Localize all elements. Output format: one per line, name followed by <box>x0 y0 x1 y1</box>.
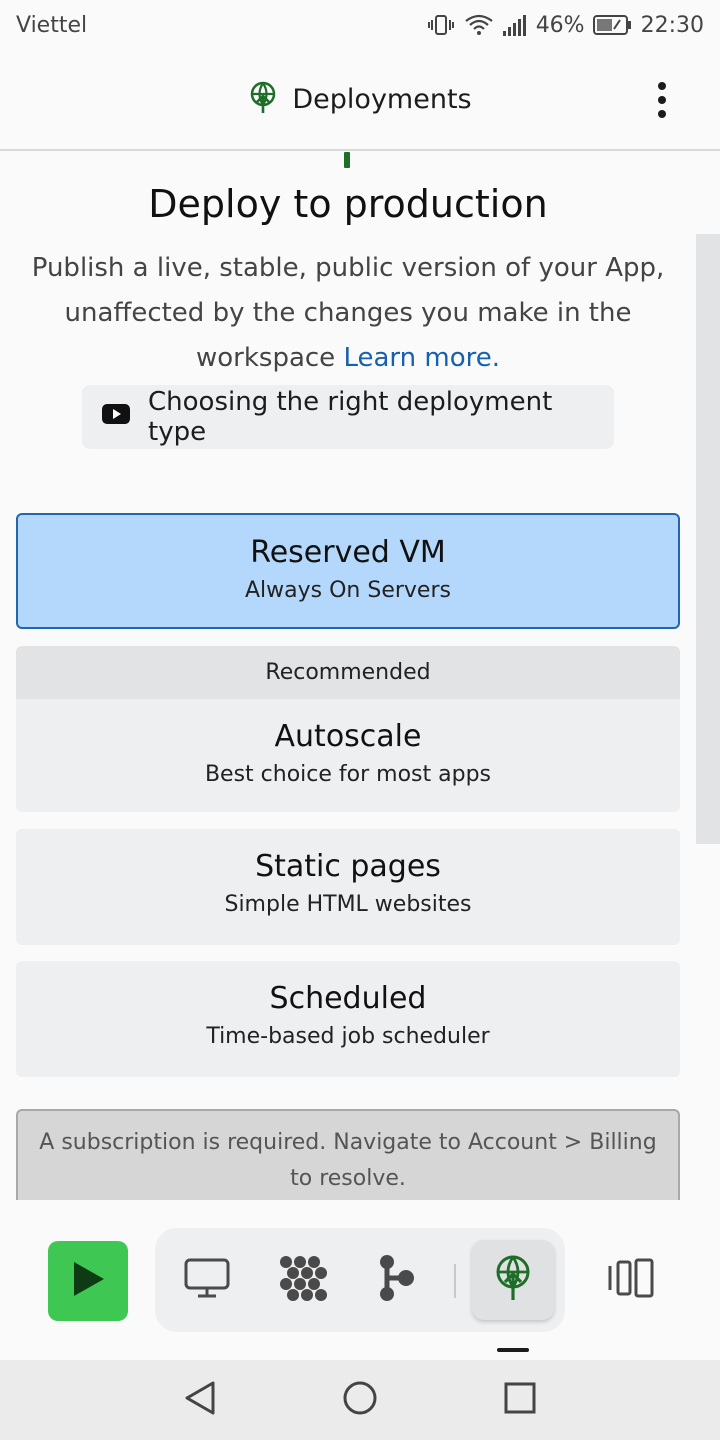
tool-tabs <box>155 1228 565 1332</box>
card-subtitle: Simple HTML websites <box>224 892 472 917</box>
recommended-badge: Recommended <box>16 646 680 699</box>
play-icon <box>68 1259 108 1303</box>
carrier-name: Viettel <box>16 12 88 38</box>
recents-icon <box>504 1382 536 1418</box>
panels-button[interactable] <box>606 1256 656 1304</box>
youtube-icon <box>102 402 130 432</box>
signal-icon <box>502 13 528 37</box>
card-subtitle: Always On Servers <box>245 578 451 603</box>
packages-icon <box>278 1255 328 1305</box>
deployment-type-autoscale[interactable]: Recommended Autoscale Best choice for mo… <box>16 646 680 812</box>
git-icon <box>379 1254 415 1306</box>
clock: 22:30 <box>640 12 704 38</box>
home-icon <box>342 1380 378 1420</box>
tab-webview[interactable] <box>179 1252 235 1308</box>
page-title: Deployments <box>292 84 472 115</box>
status-bar: Viettel 46% 22:30 <box>0 0 720 50</box>
battery-percent: 46% <box>535 12 585 38</box>
app-header: Deployments <box>0 50 720 151</box>
monitor-icon <box>184 1257 230 1303</box>
kebab-dot <box>658 82 666 90</box>
back-button[interactable] <box>180 1380 220 1420</box>
subscription-notice: A subscription is required. Navigate to … <box>16 1109 680 1200</box>
kebab-dot <box>658 110 666 118</box>
panels-icon <box>607 1258 655 1302</box>
deploy-icon <box>493 1254 533 1306</box>
deployment-type-scheduled[interactable]: Scheduled Time-based job scheduler <box>16 961 680 1077</box>
bottom-toolbar <box>0 1200 720 1360</box>
recents-button[interactable] <box>500 1380 540 1420</box>
card-subtitle: Time-based job scheduler <box>206 1024 490 1049</box>
card-title: Static pages <box>255 849 441 884</box>
header-title-group: Deployments <box>248 81 472 119</box>
learn-more-link[interactable]: Learn more. <box>343 343 500 373</box>
scrollbar[interactable] <box>696 234 720 844</box>
deploy-icon <box>248 81 278 119</box>
system-nav-bar <box>0 1360 720 1440</box>
vibrate-icon <box>426 13 456 37</box>
tab-deployments[interactable] <box>472 1240 554 1320</box>
more-options-button[interactable] <box>650 78 674 122</box>
deployment-type-static-pages[interactable]: Static pages Simple HTML websites <box>16 829 680 945</box>
run-button[interactable] <box>48 1241 128 1321</box>
active-tab-indicator <box>497 1348 529 1352</box>
back-icon <box>183 1380 217 1420</box>
toolbar-divider <box>454 1264 456 1298</box>
card-title: Reserved VM <box>250 535 446 570</box>
deployment-type-reserved-vm[interactable]: Reserved VM Always On Servers <box>16 513 680 629</box>
tab-packages[interactable] <box>275 1252 331 1308</box>
video-guide-label: Choosing the right deployment type <box>148 387 553 447</box>
card-title: Scheduled <box>269 981 427 1016</box>
video-guide-button[interactable]: Choosing the right deployment type <box>82 385 614 449</box>
wifi-icon <box>464 13 494 37</box>
home-button[interactable] <box>340 1380 380 1420</box>
scroll-marker <box>344 152 350 168</box>
deployments-content[interactable]: Deploy to production Publish a live, sta… <box>0 152 720 1200</box>
status-indicators: 46% 22:30 <box>426 13 704 38</box>
kebab-dot <box>658 96 666 104</box>
card-title: Autoscale <box>274 719 422 754</box>
battery-icon <box>592 14 633 36</box>
tab-git[interactable] <box>369 1252 425 1308</box>
section-title: Deploy to production <box>148 182 548 226</box>
card-subtitle: Best choice for most apps <box>204 762 492 787</box>
section-description: Publish a live, stable, public version o… <box>30 246 666 381</box>
